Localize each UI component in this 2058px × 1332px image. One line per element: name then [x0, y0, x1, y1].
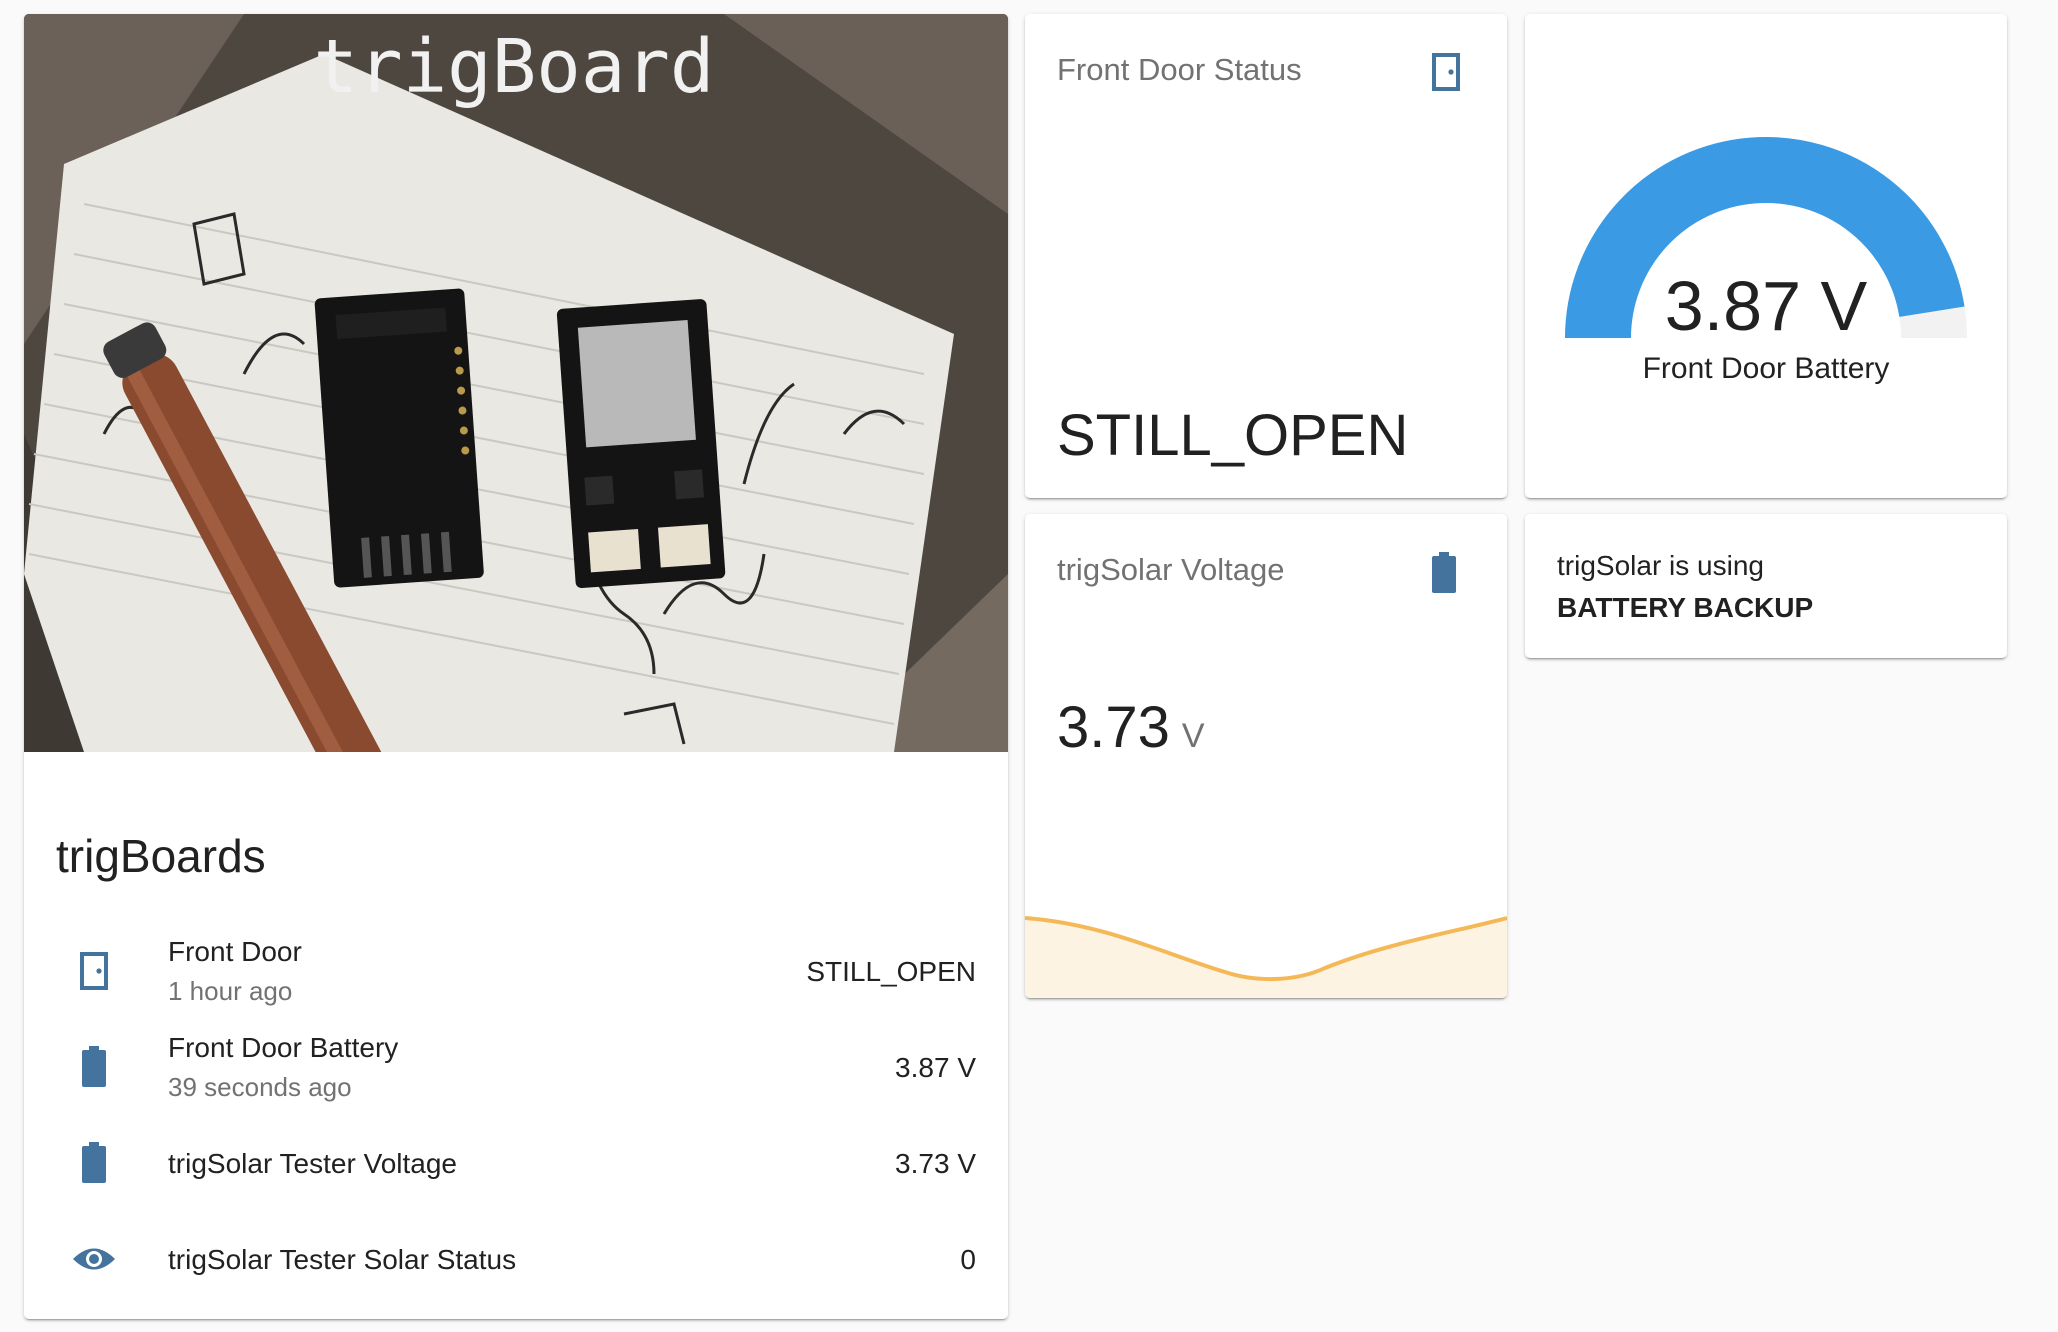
entity-row-trigsolar-solar-status[interactable]: trigSolar Tester Solar Status 0 — [24, 1214, 1008, 1304]
markdown-text: trigSolar is using — [1557, 550, 1764, 581]
entity-name: Front Door Battery — [168, 1032, 399, 1063]
picture-entities-card: trigBoard trigBoards Front Door 1 hour a… — [24, 14, 1008, 1319]
entity-state: 3.87 V — [895, 1052, 976, 1083]
voltage-history-graph — [1025, 916, 1507, 998]
entity-state: 3.73 V — [895, 1148, 976, 1179]
trigboard-photo[interactable]: trigBoard — [24, 14, 1008, 752]
markdown-strong-text: BATTERY BACKUP — [1557, 592, 1814, 623]
entity-last-changed: 39 seconds ago — [168, 1072, 352, 1102]
sensor-value-number: 3.73 — [1057, 695, 1170, 760]
card-title: Front Door Status — [1057, 52, 1302, 87]
door-icon — [66, 943, 122, 999]
entities-card-title: trigBoards — [56, 830, 266, 882]
entity-state: STILL_OPEN — [806, 956, 976, 987]
entity-name: Front Door — [168, 936, 302, 967]
entity-name: trigSolar Tester Solar Status — [168, 1244, 517, 1275]
entity-state: 0 — [960, 1244, 976, 1275]
entity-row-front-door-battery[interactable]: Front Door Battery 39 seconds ago 3.87 V — [24, 1022, 1008, 1112]
entity-name: trigSolar Tester Voltage — [168, 1148, 457, 1179]
battery-icon — [66, 1135, 122, 1191]
entity-last-changed: 1 hour ago — [168, 976, 293, 1006]
battery-icon — [1431, 552, 1471, 600]
photo-logo-text: trigBoard — [314, 24, 715, 110]
front-door-battery-gauge-card[interactable]: 3.87 V Front Door Battery — [1525, 14, 2007, 498]
sensor-value: 3.73 V — [1057, 694, 1205, 761]
card-title: trigSolar Voltage — [1057, 552, 1285, 587]
sensor-unit: V — [1181, 717, 1205, 755]
entity-row-front-door[interactable]: Front Door 1 hour ago STILL_OPEN — [24, 926, 1008, 1016]
eye-icon — [66, 1231, 122, 1287]
trigsolar-status-markdown-card: trigSolar is using BATTERY BACKUP — [1525, 514, 2007, 658]
front-door-status-card[interactable]: Front Door Status STILL_OPEN — [1025, 14, 1507, 498]
entity-state: STILL_OPEN — [1057, 403, 1409, 468]
gauge-label: Front Door Battery — [1642, 352, 1890, 385]
battery-icon — [66, 1039, 122, 1095]
entity-row-trigsolar-voltage[interactable]: trigSolar Tester Voltage 3.73 V — [24, 1118, 1008, 1208]
door-icon — [1431, 52, 1471, 100]
gauge-value: 3.87 V — [1664, 267, 1868, 345]
trigsolar-voltage-card[interactable]: trigSolar Voltage 3.73 V — [1025, 514, 1507, 998]
